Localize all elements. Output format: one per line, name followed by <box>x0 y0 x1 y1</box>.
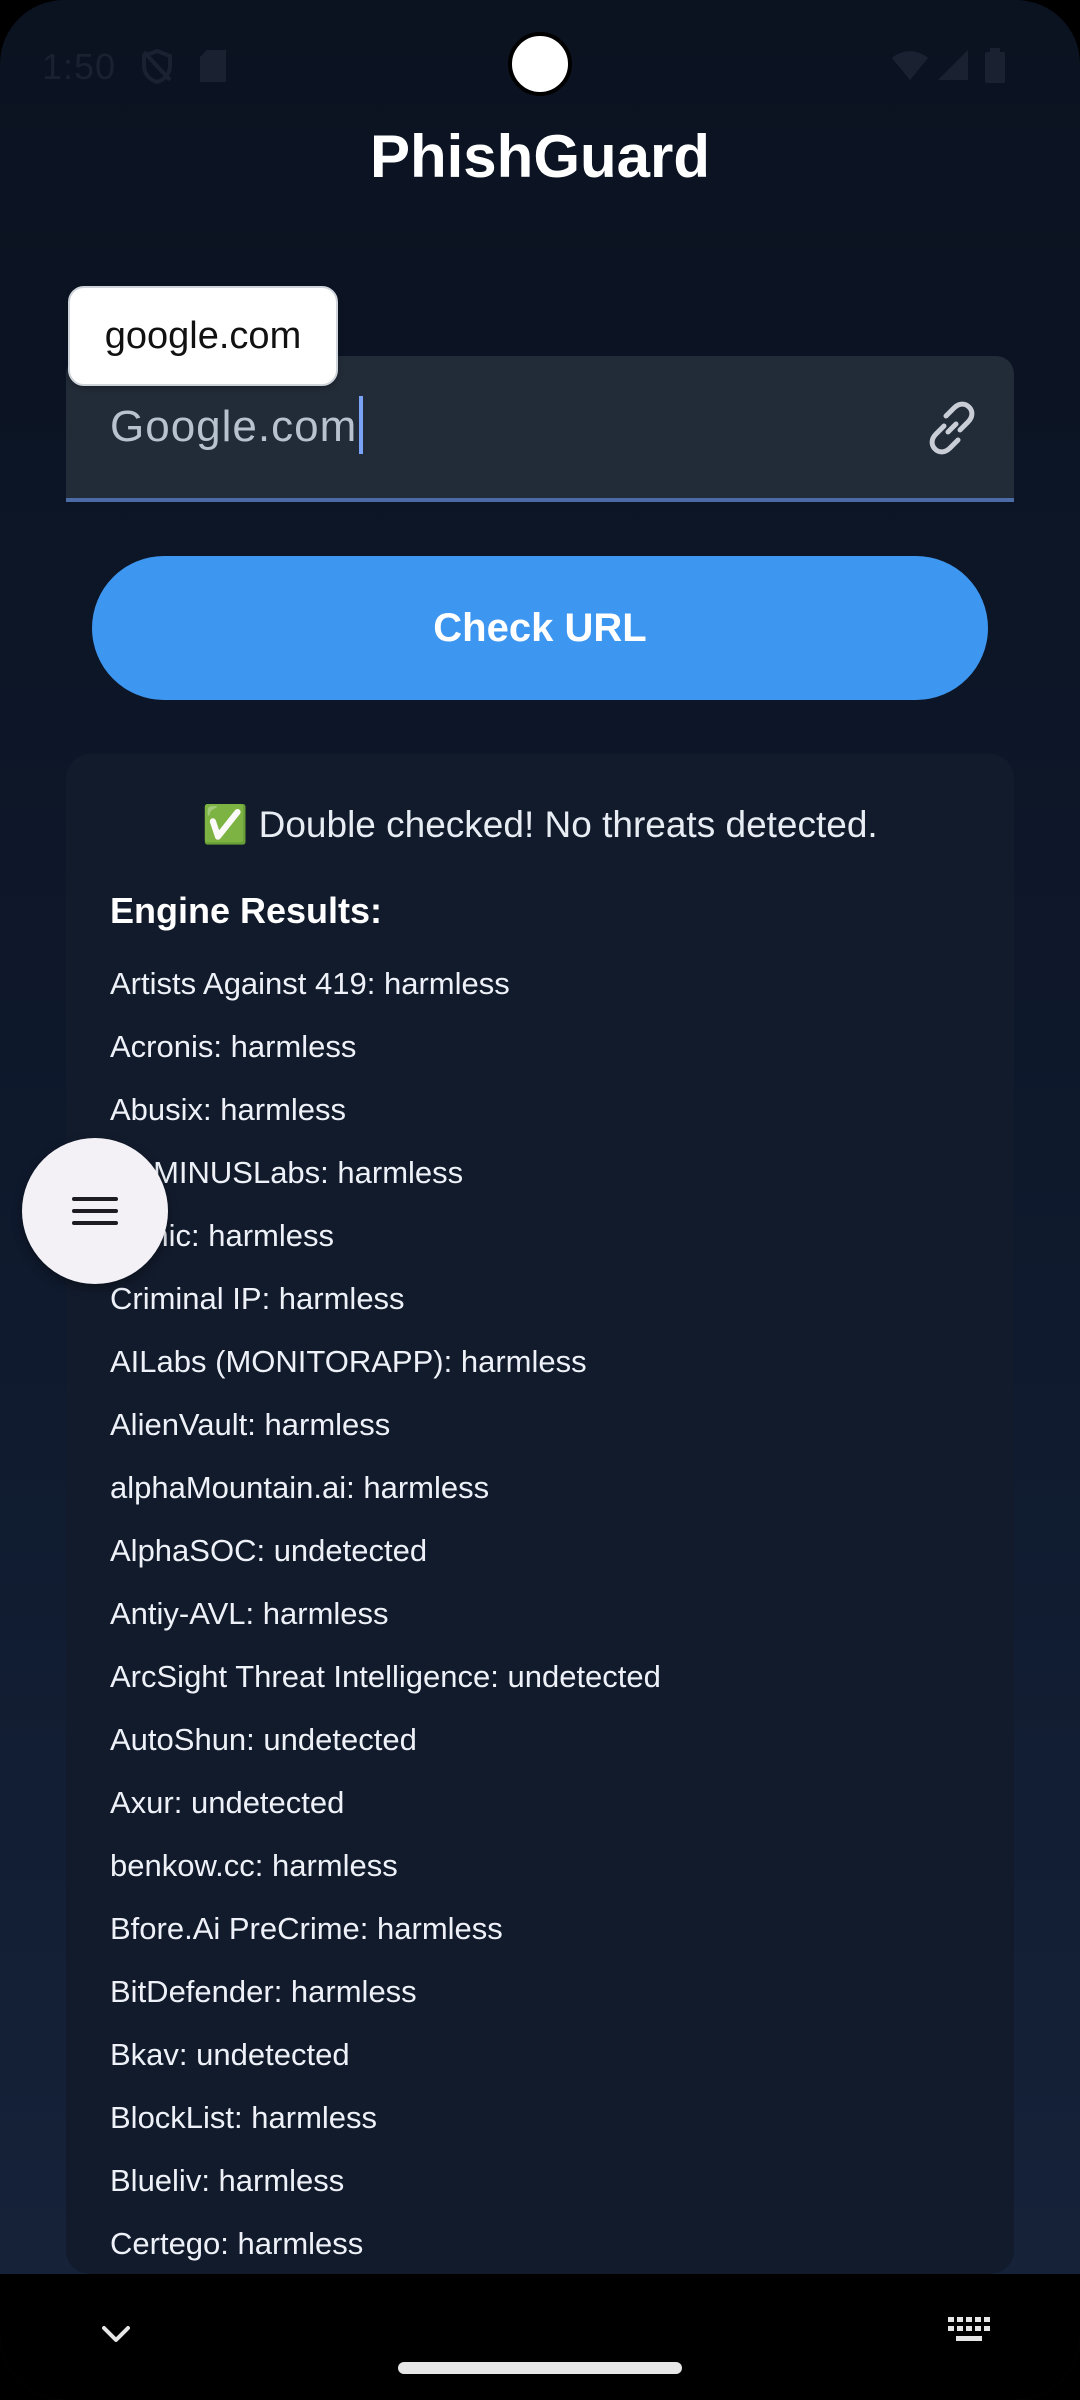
url-text: Google.com <box>110 402 358 451</box>
link-icon[interactable] <box>920 396 984 460</box>
chevron-down-icon[interactable] <box>96 2314 136 2354</box>
wifi-icon <box>892 51 928 80</box>
engine-result-row: Antiy-AVL: harmless <box>110 1596 389 1631</box>
engine-result-row: Bfore.Ai PreCrime: harmless <box>110 1911 503 1946</box>
engine-result-row: alphaMountain.ai: harmless <box>110 1470 490 1505</box>
engine-result-row: Lionic: harmless <box>110 1218 334 1253</box>
engine-result-row: Blueliv: harmless <box>110 2163 345 2198</box>
status-time: 1:50 <box>42 46 117 87</box>
battery-icon <box>985 48 1005 83</box>
results-card: ✅ Double checked! No threats detected. E… <box>66 754 1014 2274</box>
navigation-bar <box>0 2274 1080 2400</box>
status-bar: 1:50 <box>0 0 1080 130</box>
menu-fab-button[interactable] <box>22 1138 168 1284</box>
signal-icon <box>938 50 968 80</box>
engine-result-row: Acronis: harmless <box>110 1029 357 1064</box>
engine-result-row: Criminal IP: harmless <box>110 1281 405 1316</box>
text-cursor <box>359 396 364 455</box>
engine-result-row: BitDefender: harmless <box>110 1974 417 2009</box>
home-gesture-handle[interactable] <box>398 2362 682 2374</box>
engine-result-row: Certego: harmless <box>110 2226 364 2261</box>
engine-result-row: AILabs (MONITORAPP): harmless <box>110 1344 587 1379</box>
autofill-suggestion-chip[interactable]: google.com <box>68 286 338 386</box>
shield-off-icon <box>142 48 172 84</box>
engine-result-row: Axur: undetected <box>110 1785 345 1820</box>
engine-result-row: AlphaSOC: undetected <box>110 1533 428 1568</box>
menu-icon <box>72 1197 118 1225</box>
front-camera <box>508 32 572 96</box>
app-screen: 1:50 PhishGuard Google.com google.com Ch… <box>0 0 1080 2400</box>
engine-result-row: AutoShun: undetected <box>110 1722 417 1757</box>
check-url-button[interactable]: Check URL <box>92 556 988 700</box>
engine-results-list: Artists Against 419: harmless Acronis: h… <box>110 952 661 2274</box>
engine-result-row: benkow.cc: harmless <box>110 1848 398 1883</box>
engine-result-row: Artists Against 419: harmless <box>110 966 510 1001</box>
url-input-value[interactable]: Google.com <box>110 396 364 455</box>
result-summary: ✅ Double checked! No threats detected. <box>202 804 878 845</box>
engine-result-row: Bkav: undetected <box>110 2037 350 2072</box>
engine-result-row: ArcSight Threat Intelligence: undetected <box>110 1659 661 1694</box>
keyboard-icon[interactable] <box>946 2314 992 2346</box>
engine-result-row: ADMINUSLabs: harmless <box>110 1155 464 1190</box>
engine-results-heading: Engine Results: <box>110 890 383 931</box>
app-title: PhishGuard <box>369 123 711 190</box>
sd-card-icon <box>200 50 226 82</box>
engine-result-row: AlienVault: harmless <box>110 1407 391 1442</box>
engine-result-row: BlockList: harmless <box>110 2100 378 2135</box>
engine-result-row: Abusix: harmless <box>110 1092 347 1127</box>
